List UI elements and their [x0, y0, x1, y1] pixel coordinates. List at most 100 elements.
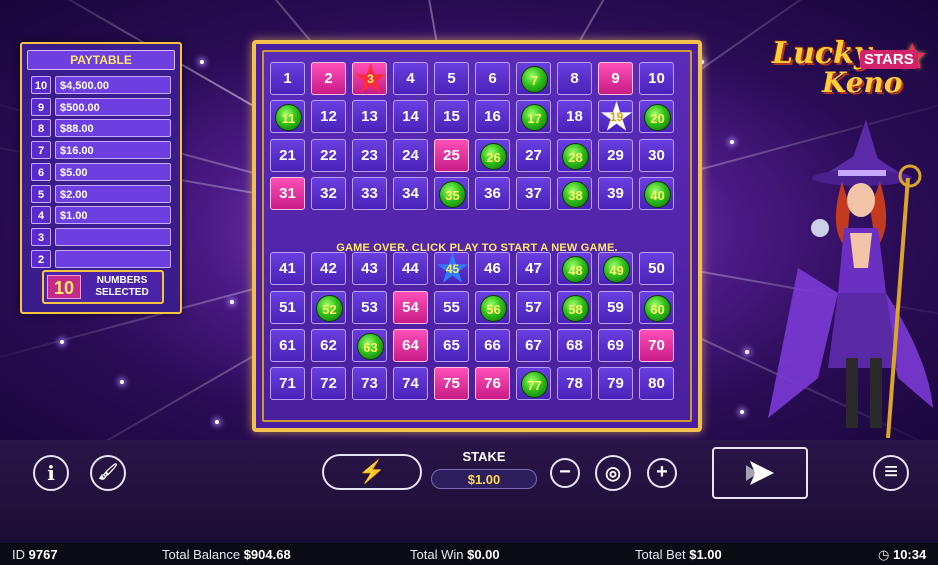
keno-number-cell[interactable]: 6	[475, 62, 510, 95]
drawn-ball: 58	[562, 294, 589, 322]
keno-number-cell[interactable]: 1	[270, 62, 305, 95]
keno-number-cell[interactable]: 24	[393, 138, 428, 172]
keno-number-label: 19	[609, 110, 624, 125]
keno-number-cell[interactable]: 47	[516, 252, 551, 286]
drawn-ball: 28	[562, 142, 589, 170]
keno-number-cell[interactable]: 72	[311, 367, 346, 401]
logo-keno-text: Keno	[822, 66, 903, 99]
quick-pick-button[interactable]: ⚡	[322, 454, 422, 490]
keno-number-cell[interactable]: 28	[557, 138, 592, 172]
keno-number-cell[interactable]: 27	[516, 138, 551, 172]
keno-number-cell[interactable]: 17	[516, 100, 551, 134]
play-button[interactable]	[712, 447, 808, 499]
keno-number-cell[interactable]: 40	[639, 176, 674, 210]
keno-number-cell[interactable]: 36	[475, 176, 510, 210]
coin-stack-button[interactable]: ◎	[595, 455, 631, 491]
keno-number-cell[interactable]: 43	[352, 252, 387, 286]
keno-number-cell[interactable]: 34	[393, 176, 428, 210]
hamburger-menu-icon: ≡	[883, 458, 898, 485]
keno-number-cell[interactable]: 68	[557, 328, 592, 362]
info-button[interactable]: i	[33, 455, 69, 491]
keno-number-cell[interactable]: ★ 45	[434, 251, 469, 287]
keno-number-cell[interactable]: 65	[434, 328, 469, 362]
keno-number-cell[interactable]: 50	[639, 252, 674, 286]
keno-number-cell[interactable]: 25	[434, 138, 469, 172]
keno-number-cell[interactable]: 71	[270, 367, 305, 401]
keno-number-cell[interactable]: 23	[352, 138, 387, 172]
keno-number-cell[interactable]: 61	[270, 328, 305, 362]
keno-number-cell[interactable]: 57	[516, 290, 551, 324]
keno-number-cell[interactable]: 32	[311, 176, 346, 210]
keno-number-cell[interactable]: 11	[270, 100, 305, 134]
keno-number-cell[interactable]: 26	[475, 138, 510, 172]
keno-number-cell[interactable]: 12	[311, 100, 346, 134]
keno-number-cell[interactable]: 77	[516, 367, 551, 401]
keno-number-cell[interactable]: 59	[598, 290, 633, 324]
keno-number-cell[interactable]: 4	[393, 62, 428, 95]
stake-increase-button[interactable]: +	[647, 458, 677, 488]
keno-number-label: 45	[445, 262, 460, 277]
keno-number-cell[interactable]: 75	[434, 367, 469, 401]
keno-number-cell[interactable]: 8	[557, 62, 592, 95]
stake-decrease-button[interactable]: −	[550, 458, 580, 488]
keno-number-cell[interactable]: 29	[598, 138, 633, 172]
keno-number-cell[interactable]: 58	[557, 290, 592, 324]
keno-number-cell[interactable]: ★ 19	[598, 99, 633, 135]
paytable-hits: 6	[31, 162, 51, 181]
keno-number-cell[interactable]: 33	[352, 176, 387, 210]
keno-number-cell[interactable]: 62	[311, 328, 346, 362]
keno-number-cell[interactable]: 70	[639, 328, 674, 362]
keno-number-cell[interactable]: 56	[475, 290, 510, 324]
keno-number-cell[interactable]: 60	[639, 290, 674, 324]
paytable-hits: 8	[31, 119, 51, 138]
keno-number-cell[interactable]: 21	[270, 138, 305, 172]
keno-number-cell[interactable]: 7	[516, 62, 551, 95]
keno-number-cell[interactable]: 30	[639, 138, 674, 172]
keno-number-cell[interactable]: 63	[352, 328, 387, 362]
keno-number-cell[interactable]: 55	[434, 290, 469, 324]
clear-button[interactable]: 🖌	[90, 455, 126, 491]
keno-number-cell[interactable]: 53	[352, 290, 387, 324]
drawn-ball: 63	[357, 332, 384, 360]
menu-button[interactable]: ≡	[873, 455, 909, 491]
keno-number-cell[interactable]: 14	[393, 100, 428, 134]
keno-number-cell[interactable]: 31	[270, 176, 305, 210]
keno-number-cell[interactable]: 5	[434, 62, 469, 95]
keno-number-cell[interactable]: 16	[475, 100, 510, 134]
keno-number-cell[interactable]: 35	[434, 176, 469, 210]
keno-number-cell[interactable]: 48	[557, 252, 592, 286]
keno-number-cell[interactable]: 52	[311, 290, 346, 324]
keno-number-cell[interactable]: 37	[516, 176, 551, 210]
keno-number-cell[interactable]: 46	[475, 252, 510, 286]
keno-number-cell[interactable]: 67	[516, 328, 551, 362]
keno-number-cell[interactable]: 73	[352, 367, 387, 401]
drawn-ball: 60	[644, 294, 671, 322]
paytable-hits: 7	[31, 141, 51, 160]
keno-number-cell[interactable]: 10	[639, 62, 674, 95]
keno-number-cell[interactable]: 66	[475, 328, 510, 362]
keno-number-cell[interactable]: 54	[393, 290, 428, 324]
keno-number-cell[interactable]: 51	[270, 290, 305, 324]
keno-number-cell[interactable]: 49	[598, 252, 633, 286]
keno-number-cell[interactable]: 2	[311, 62, 346, 95]
keno-number-cell[interactable]: 76	[475, 367, 510, 401]
keno-number-cell[interactable]: 39	[598, 176, 633, 210]
keno-number-cell[interactable]: 15	[434, 100, 469, 134]
keno-number-cell[interactable]: 79	[598, 367, 633, 401]
keno-number-cell[interactable]: 42	[311, 252, 346, 286]
keno-number-cell[interactable]: 44	[393, 252, 428, 286]
keno-number-cell[interactable]: 13	[352, 100, 387, 134]
keno-number-cell[interactable]: 20	[639, 100, 674, 134]
keno-number-cell[interactable]: 64	[393, 328, 428, 362]
keno-number-cell[interactable]: 38	[557, 176, 592, 210]
keno-number-cell[interactable]: 9	[598, 62, 633, 95]
keno-number-cell[interactable]: 80	[639, 367, 674, 401]
keno-number-cell[interactable]: ★ 3	[352, 61, 387, 97]
keno-number-cell[interactable]: 41	[270, 252, 305, 286]
keno-number-cell[interactable]: 74	[393, 367, 428, 401]
keno-number-cell[interactable]: 22	[311, 138, 346, 172]
keno-number-cell[interactable]: 78	[557, 367, 592, 401]
sparkle	[120, 380, 124, 384]
keno-number-cell[interactable]: 18	[557, 100, 592, 134]
keno-number-cell[interactable]: 69	[598, 328, 633, 362]
